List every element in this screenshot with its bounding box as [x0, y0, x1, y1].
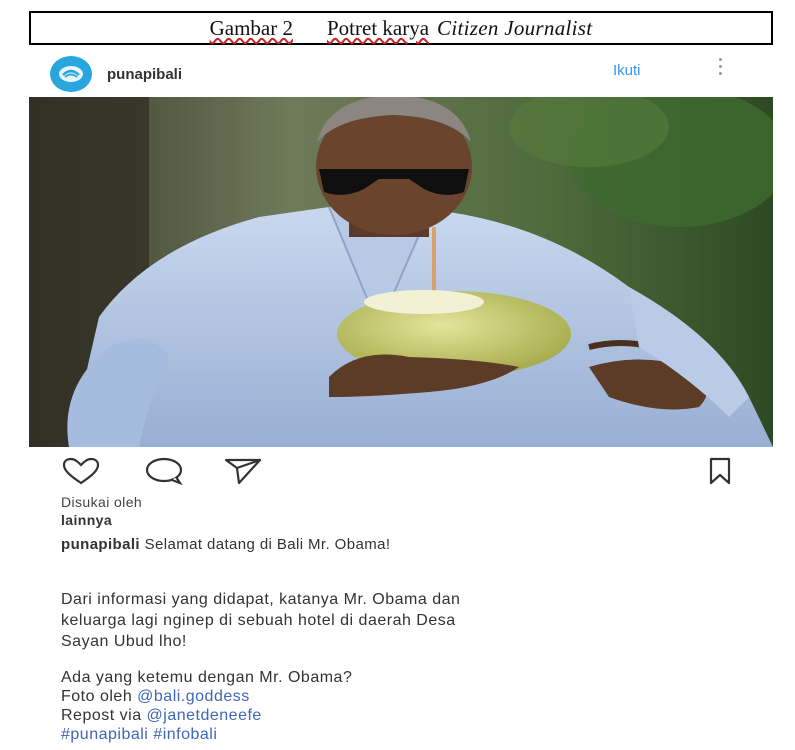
caption-username[interactable]: punapibali	[61, 536, 140, 553]
more-vertical-icon[interactable]	[715, 58, 725, 75]
avatar[interactable]	[50, 56, 92, 92]
bookmark-icon[interactable]	[707, 457, 733, 490]
body-line-3: Sayan Ubud lho!	[61, 633, 187, 650]
post-photo[interactable]	[29, 97, 773, 447]
question-line: Ada yang ketemu dengan Mr. Obama?	[61, 669, 353, 686]
photo-credit-link[interactable]: @bali.goddess	[137, 688, 250, 705]
repost-link[interactable]: @janetdeneefe	[147, 707, 262, 724]
photo-credit-prefix: Foto oleh	[61, 688, 138, 705]
post-actions	[55, 457, 755, 489]
heart-icon[interactable]	[61, 457, 101, 490]
repost-line: Repost via @janetdeneefe	[61, 705, 262, 726]
hashtags[interactable]: #punapibali #infobali	[61, 724, 217, 745]
caption-text: Selamat datang di Bali Mr. Obama!	[144, 536, 391, 553]
comment-icon[interactable]	[144, 457, 184, 490]
punapibali-logo-icon	[59, 66, 83, 82]
body-line-1: Dari informasi yang didapat, katanya Mr.…	[61, 591, 461, 608]
caption-source: Citizen Journalist	[437, 15, 593, 40]
post-header: punapibali Ikuti	[29, 54, 773, 94]
likes-text: Disukai oleh	[61, 494, 143, 510]
caption-gambar: Gambar 2	[209, 15, 293, 40]
post-username[interactable]: punapibali	[107, 66, 182, 83]
repost-prefix: Repost via	[61, 707, 147, 724]
likes-others-link[interactable]: lainnya	[61, 512, 112, 528]
photo-credit-line: Foto oleh @bali.goddess	[61, 686, 250, 707]
post-caption: punapibali Selamat datang di Bali Mr. Ob…	[61, 536, 390, 553]
follow-button[interactable]: Ikuti	[613, 62, 641, 79]
caption-potret: Potret karya	[327, 15, 430, 40]
send-icon[interactable]	[223, 457, 263, 490]
figure-caption: Gambar 2 Potret karya Citizen Journalist	[29, 11, 773, 45]
body-line-2: keluarga lagi nginep di sebuah hotel di …	[61, 612, 456, 629]
